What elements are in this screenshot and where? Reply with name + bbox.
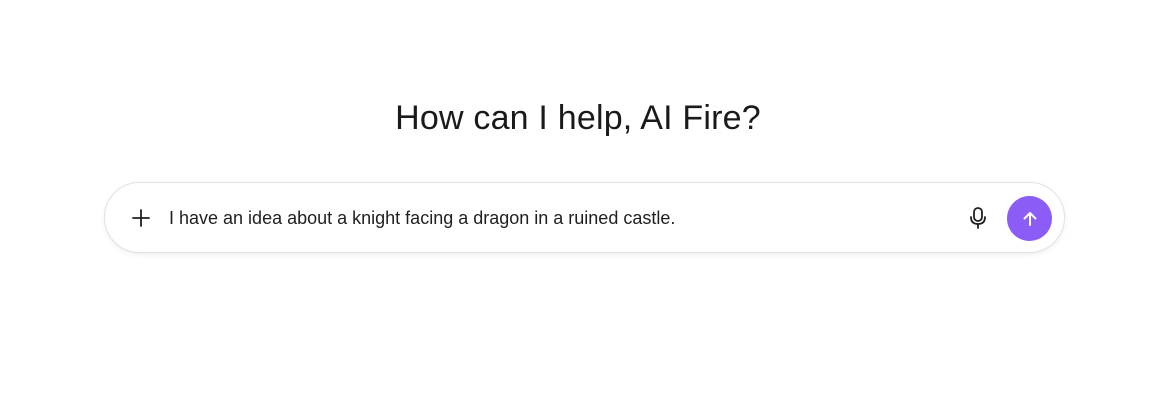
prompt-composer[interactable]: I have an idea about a knight facing a d… bbox=[104, 182, 1065, 253]
send-button[interactable] bbox=[1007, 196, 1052, 241]
prompt-input[interactable]: I have an idea about a knight facing a d… bbox=[169, 206, 675, 230]
attach-button[interactable] bbox=[125, 202, 157, 234]
page-title: How can I help, AI Fire? bbox=[395, 99, 761, 137]
plus-icon bbox=[132, 209, 150, 227]
voice-input-button[interactable] bbox=[963, 203, 993, 233]
arrow-up-icon bbox=[1023, 211, 1036, 226]
microphone-icon bbox=[970, 207, 986, 229]
